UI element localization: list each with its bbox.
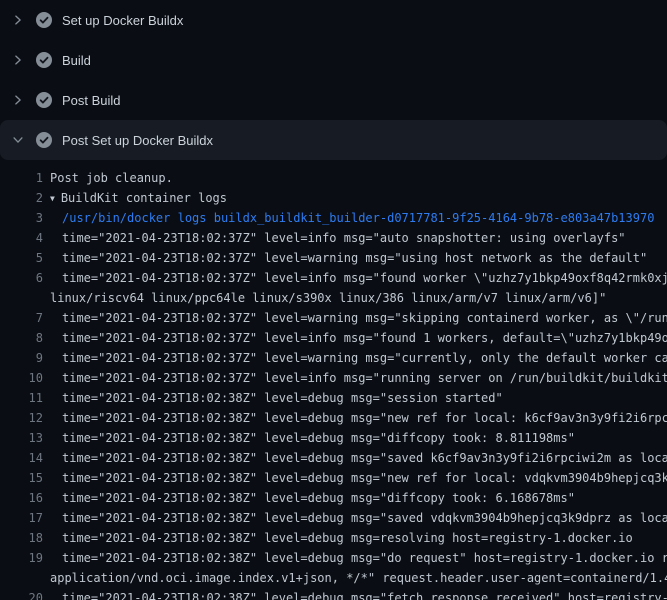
log-line-text: Post job cleanup. <box>43 168 173 188</box>
log-line: 17time="2021-04-23T18:02:38Z" level=debu… <box>0 508 667 528</box>
log-line: 6time="2021-04-23T18:02:37Z" level=info … <box>0 268 667 288</box>
log-line-number[interactable]: 13 <box>0 428 43 448</box>
step-label: Post Set up Docker Buildx <box>62 133 213 148</box>
log-line-number[interactable]: 11 <box>0 388 43 408</box>
check-circle-icon <box>36 12 52 28</box>
log-line: 1Post job cleanup. <box>0 168 667 188</box>
log-line-number[interactable]: 12 <box>0 408 43 428</box>
step-header-post-set-up-docker-buildx[interactable]: Post Set up Docker Buildx <box>0 120 667 160</box>
log-line: 16time="2021-04-23T18:02:38Z" level=debu… <box>0 488 667 508</box>
log-line-number[interactable]: 16 <box>0 488 43 508</box>
steps-list: Set up Docker Buildx Build Post Build Post … <box>0 0 667 160</box>
step-label: Build <box>62 53 91 68</box>
log-line: 7time="2021-04-23T18:02:37Z" level=warni… <box>0 308 667 328</box>
log-line-text: time="2021-04-23T18:02:38Z" level=debug … <box>43 448 667 468</box>
log-line: 19time="2021-04-23T18:02:38Z" level=debu… <box>0 548 667 568</box>
log-line-text: time="2021-04-23T18:02:37Z" level=warnin… <box>43 308 667 328</box>
log-line-number[interactable]: 14 <box>0 448 43 468</box>
chevron-right-icon <box>12 94 24 106</box>
log-line-number <box>0 288 43 308</box>
log-line: 4time="2021-04-23T18:02:37Z" level=info … <box>0 228 667 248</box>
log-line: 9time="2021-04-23T18:02:37Z" level=warni… <box>0 348 667 368</box>
chevron-down-icon <box>12 134 24 146</box>
log-line: 10time="2021-04-23T18:02:37Z" level=info… <box>0 368 667 388</box>
log-line-number[interactable]: 19 <box>0 548 43 568</box>
log-line-text: time="2021-04-23T18:02:37Z" level=warnin… <box>43 348 667 368</box>
log-line-number[interactable]: 18 <box>0 528 43 548</box>
log-container[interactable]: 1Post job cleanup.2▼BuildKit container l… <box>0 160 667 600</box>
log-line: linux/riscv64 linux/ppc64le linux/s390x … <box>0 288 667 308</box>
log-line-number[interactable]: 9 <box>0 348 43 368</box>
log-line: application/vnd.oci.image.index.v1+json,… <box>0 568 667 588</box>
log-line-number[interactable]: 2 <box>0 188 43 208</box>
log-line-text: time="2021-04-23T18:02:38Z" level=debug … <box>43 528 633 548</box>
log-line-number[interactable]: 8 <box>0 328 43 348</box>
chevron-right-icon <box>12 14 24 26</box>
log-line: 12time="2021-04-23T18:02:38Z" level=debu… <box>0 408 667 428</box>
group-collapse-triangle-icon: ▼ <box>50 189 55 208</box>
log-line: 13time="2021-04-23T18:02:38Z" level=debu… <box>0 428 667 448</box>
log-line-text: time="2021-04-23T18:02:37Z" level=info m… <box>43 228 626 248</box>
log-line-text: time="2021-04-23T18:02:38Z" level=debug … <box>43 588 667 600</box>
log-line-number[interactable]: 10 <box>0 368 43 388</box>
log-line-text: time="2021-04-23T18:02:38Z" level=debug … <box>43 508 667 528</box>
step-header-set-up-docker-buildx[interactable]: Set up Docker Buildx <box>0 0 667 40</box>
log-line-text: time="2021-04-23T18:02:38Z" level=debug … <box>43 488 575 508</box>
chevron-right-icon <box>12 54 24 66</box>
log-line-text: ▼BuildKit container logs <box>43 188 227 208</box>
log-line-text: time="2021-04-23T18:02:37Z" level=info m… <box>43 328 667 348</box>
check-circle-icon <box>36 132 52 148</box>
log-line: 15time="2021-04-23T18:02:38Z" level=debu… <box>0 468 667 488</box>
log-line: 5time="2021-04-23T18:02:37Z" level=warni… <box>0 248 667 268</box>
log-line: 8time="2021-04-23T18:02:37Z" level=info … <box>0 328 667 348</box>
log-line-number[interactable]: 3 <box>0 208 43 228</box>
log-line-text: linux/riscv64 linux/ppc64le linux/s390x … <box>43 288 606 308</box>
step-header-build[interactable]: Build <box>0 40 667 80</box>
log-line-text: time="2021-04-23T18:02:38Z" level=debug … <box>43 408 667 428</box>
log-line-number[interactable]: 5 <box>0 248 43 268</box>
log-line-text: time="2021-04-23T18:02:38Z" level=debug … <box>43 548 667 568</box>
step-label: Post Build <box>62 93 121 108</box>
log-line-text: time="2021-04-23T18:02:38Z" level=debug … <box>43 468 667 488</box>
log-line: 11time="2021-04-23T18:02:38Z" level=debu… <box>0 388 667 408</box>
log-line-text: time="2021-04-23T18:02:37Z" level=warnin… <box>43 248 647 268</box>
log-line-text: time="2021-04-23T18:02:38Z" level=debug … <box>43 388 503 408</box>
log-command-text: /usr/bin/docker logs buildx_buildkit_bui… <box>43 208 654 228</box>
log-line-number[interactable]: 20 <box>0 588 43 600</box>
log-line-number[interactable]: 6 <box>0 268 43 288</box>
log-line: 18time="2021-04-23T18:02:38Z" level=debu… <box>0 528 667 548</box>
log-line-text: time="2021-04-23T18:02:37Z" level=info m… <box>43 268 667 288</box>
log-line-text: application/vnd.oci.image.index.v1+json,… <box>43 568 667 588</box>
log-line: 14time="2021-04-23T18:02:38Z" level=debu… <box>0 448 667 468</box>
log-line-number[interactable]: 15 <box>0 468 43 488</box>
log-line: 20time="2021-04-23T18:02:38Z" level=debu… <box>0 588 667 600</box>
log-group-toggle[interactable]: 2▼BuildKit container logs <box>0 188 667 208</box>
actions-log-viewer: Set up Docker Buildx Build Post Build Post … <box>0 0 667 600</box>
log-line-number[interactable]: 7 <box>0 308 43 328</box>
log-line-number[interactable]: 17 <box>0 508 43 528</box>
step-header-post-build[interactable]: Post Build <box>0 80 667 120</box>
log-line-text: time="2021-04-23T18:02:37Z" level=info m… <box>43 368 667 388</box>
log-line-number[interactable]: 4 <box>0 228 43 248</box>
log-line-number <box>0 568 43 588</box>
check-circle-icon <box>36 92 52 108</box>
log-line: 3/usr/bin/docker logs buildx_buildkit_bu… <box>0 208 667 228</box>
step-label: Set up Docker Buildx <box>62 13 183 28</box>
log-line-number[interactable]: 1 <box>0 168 43 188</box>
log-line-text: time="2021-04-23T18:02:38Z" level=debug … <box>43 428 575 448</box>
check-circle-icon <box>36 52 52 68</box>
